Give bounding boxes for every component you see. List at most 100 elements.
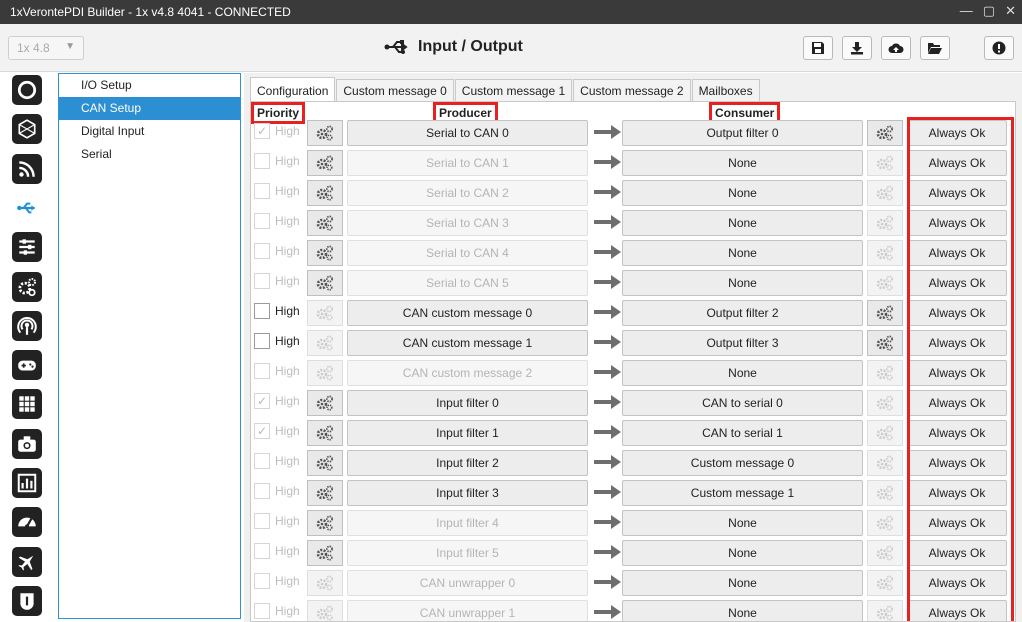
consumer-button[interactable]: None: [622, 180, 863, 206]
producer-settings-button[interactable]: [307, 480, 343, 506]
nav-item-io-setup[interactable]: I/O Setup: [59, 74, 240, 97]
producer-button[interactable]: Input filter 4: [347, 510, 588, 536]
priority-checkbox[interactable]: [254, 243, 270, 259]
priority-checkbox[interactable]: [254, 213, 270, 229]
tab-custom-message-2[interactable]: Custom message 2: [573, 79, 691, 101]
producer-settings-button[interactable]: [307, 510, 343, 536]
status-button[interactable]: Always Ok: [907, 240, 1007, 266]
consumer-button[interactable]: Output filter 0: [622, 120, 863, 146]
producer-button[interactable]: Input filter 1: [347, 420, 588, 446]
save-button[interactable]: [803, 36, 833, 60]
sidebar-bar-chart-button[interactable]: [12, 468, 42, 498]
consumer-settings-button[interactable]: [867, 210, 903, 236]
sidebar-usb-button[interactable]: [12, 192, 42, 223]
priority-checkbox[interactable]: [254, 543, 270, 559]
consumer-button[interactable]: None: [622, 150, 863, 176]
consumer-button[interactable]: None: [622, 270, 863, 296]
priority-checkbox[interactable]: ✓: [254, 123, 270, 139]
consumer-button[interactable]: None: [622, 360, 863, 386]
consumer-settings-button[interactable]: [867, 480, 903, 506]
version-select[interactable]: 1x 4.8 ▼: [8, 36, 84, 60]
minimize-button[interactable]: —: [960, 3, 973, 19]
consumer-button[interactable]: None: [622, 240, 863, 266]
maximize-button[interactable]: ▢: [983, 3, 995, 19]
status-button[interactable]: Always Ok: [907, 120, 1007, 146]
producer-settings-button[interactable]: [307, 270, 343, 296]
sidebar-gamepad-button[interactable]: [12, 350, 42, 381]
status-button[interactable]: Always Ok: [907, 300, 1007, 326]
producer-settings-button[interactable]: [307, 420, 343, 446]
priority-checkbox[interactable]: [254, 453, 270, 469]
consumer-settings-button[interactable]: [867, 150, 903, 176]
priority-checkbox[interactable]: [254, 603, 270, 619]
priority-checkbox[interactable]: ✓: [254, 393, 270, 409]
producer-button[interactable]: CAN unwrapper 0: [347, 570, 588, 596]
consumer-settings-button[interactable]: [867, 300, 903, 326]
consumer-button[interactable]: None: [622, 600, 863, 621]
consumer-button[interactable]: None: [622, 540, 863, 566]
status-button[interactable]: Always Ok: [907, 360, 1007, 386]
consumer-button[interactable]: Output filter 2: [622, 300, 863, 326]
status-button[interactable]: Always Ok: [907, 540, 1007, 566]
producer-button[interactable]: Input filter 2: [347, 450, 588, 476]
producer-button[interactable]: CAN unwrapper 1: [347, 600, 588, 621]
producer-settings-button[interactable]: [307, 540, 343, 566]
producer-button[interactable]: Input filter 5: [347, 540, 588, 566]
producer-settings-button[interactable]: [307, 180, 343, 206]
producer-button[interactable]: Serial to CAN 2: [347, 180, 588, 206]
priority-checkbox[interactable]: [254, 303, 270, 319]
consumer-settings-button[interactable]: [867, 450, 903, 476]
consumer-button[interactable]: None: [622, 570, 863, 596]
priority-checkbox[interactable]: [254, 483, 270, 499]
consumer-button[interactable]: Custom message 1: [622, 480, 863, 506]
tab-mailboxes[interactable]: Mailboxes: [691, 79, 760, 101]
priority-checkbox[interactable]: [254, 333, 270, 349]
priority-checkbox[interactable]: [254, 183, 270, 199]
consumer-settings-button[interactable]: [867, 180, 903, 206]
consumer-settings-button[interactable]: [867, 510, 903, 536]
producer-button[interactable]: Serial to CAN 5: [347, 270, 588, 296]
priority-checkbox[interactable]: [254, 513, 270, 529]
producer-button[interactable]: Input filter 3: [347, 480, 588, 506]
producer-settings-button[interactable]: [307, 300, 343, 326]
priority-checkbox[interactable]: [254, 573, 270, 589]
sidebar-broadcast-button[interactable]: [12, 310, 42, 341]
producer-settings-button[interactable]: [307, 570, 343, 596]
sidebar-hex-button[interactable]: [12, 114, 42, 145]
consumer-settings-button[interactable]: [867, 330, 903, 356]
consumer-button[interactable]: Output filter 3: [622, 330, 863, 356]
producer-button[interactable]: CAN custom message 2: [347, 360, 588, 386]
nav-item-digital-input[interactable]: Digital Input: [59, 120, 240, 143]
status-button[interactable]: Always Ok: [907, 600, 1007, 621]
consumer-button[interactable]: CAN to serial 0: [622, 390, 863, 416]
status-button[interactable]: Always Ok: [907, 210, 1007, 236]
producer-button[interactable]: CAN custom message 0: [347, 300, 588, 326]
consumer-settings-button[interactable]: [867, 600, 903, 621]
open-folder-button[interactable]: [920, 36, 950, 60]
status-button[interactable]: Always Ok: [907, 270, 1007, 296]
info-button[interactable]: [984, 36, 1014, 60]
consumer-settings-button[interactable]: [867, 360, 903, 386]
status-button[interactable]: Always Ok: [907, 450, 1007, 476]
consumer-settings-button[interactable]: [867, 540, 903, 566]
producer-button[interactable]: Input filter 0: [347, 390, 588, 416]
producer-settings-button[interactable]: [307, 600, 343, 621]
status-button[interactable]: Always Ok: [907, 390, 1007, 416]
tab-custom-message-0[interactable]: Custom message 0: [336, 79, 454, 101]
producer-settings-button[interactable]: [307, 210, 343, 236]
sidebar-rss-button[interactable]: [12, 153, 42, 184]
consumer-button[interactable]: Custom message 0: [622, 450, 863, 476]
consumer-button[interactable]: None: [622, 210, 863, 236]
producer-button[interactable]: CAN custom message 1: [347, 330, 588, 356]
consumer-button[interactable]: CAN to serial 1: [622, 420, 863, 446]
status-button[interactable]: Always Ok: [907, 570, 1007, 596]
tab-configuration[interactable]: Configuration: [250, 77, 336, 101]
priority-checkbox[interactable]: [254, 363, 270, 379]
consumer-settings-button[interactable]: [867, 270, 903, 296]
sidebar-status-button[interactable]: [12, 75, 42, 105]
producer-settings-button[interactable]: [307, 360, 343, 386]
consumer-settings-button[interactable]: [867, 120, 903, 146]
status-button[interactable]: Always Ok: [907, 510, 1007, 536]
consumer-settings-button[interactable]: [867, 420, 903, 446]
consumer-settings-button[interactable]: [867, 390, 903, 416]
